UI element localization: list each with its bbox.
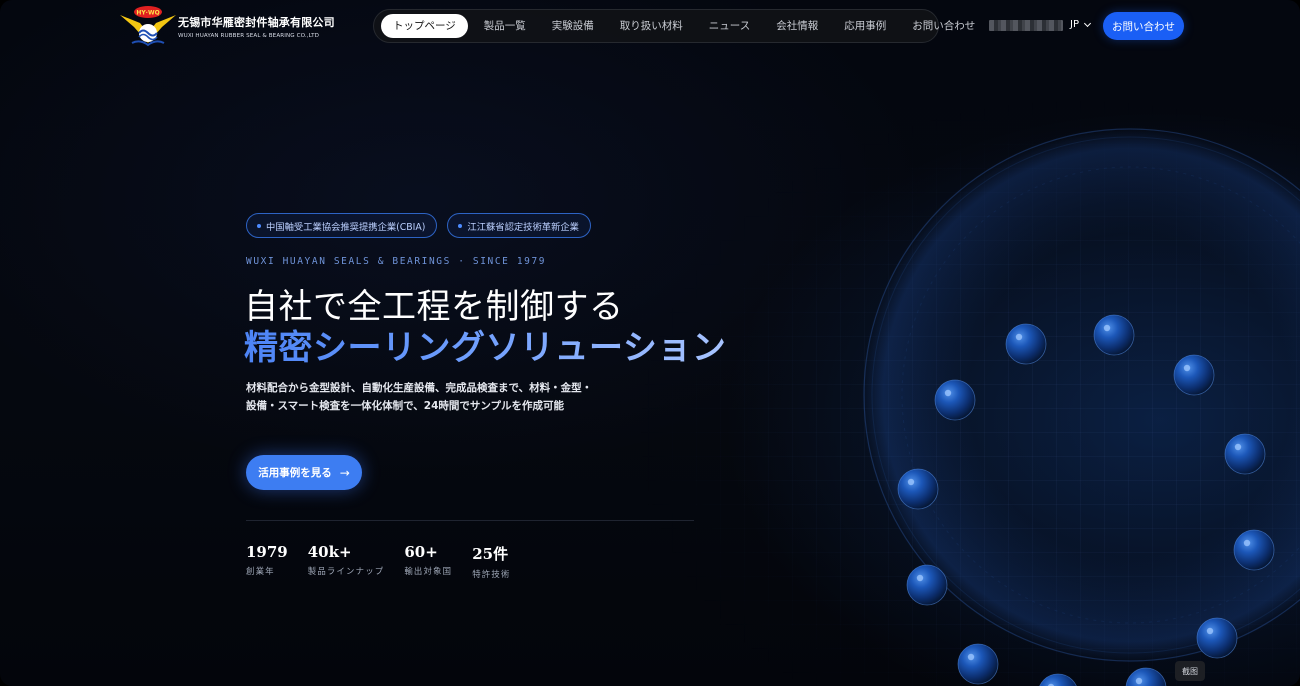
- chevron-down-icon: [1083, 19, 1092, 27]
- badge-cbia: 中国軸受工業協会推奨提携企業(CBIA): [246, 213, 438, 238]
- bearing-ball-highlight: [1234, 443, 1242, 451]
- bearing-ball: [934, 379, 976, 421]
- stat-label: 輸出対象国: [404, 566, 453, 576]
- certification-badges: 中国軸受工業協会推奨提携企業(CBIA) 江江蘇省認定技術革新企業: [246, 213, 601, 238]
- brand-name-english: WUXI HUAYAN RUBBER SEAL & BEARING CO.,LT…: [178, 33, 319, 39]
- brand-name-chinese: 无锡市华雁密封件轴承有限公司: [178, 16, 335, 29]
- stat-value: 25件: [472, 545, 509, 563]
- bearing-ball: [1093, 314, 1135, 356]
- logo-text: HY·WQ: [136, 10, 159, 17]
- page-frame: HY·WQ 无锡市华雁密封件轴承有限公司 WUXI HUAYAN RUBBER …: [0, 0, 1300, 686]
- view-cases-label: 活用事例を見る: [258, 467, 332, 479]
- bearing-ball: [906, 564, 948, 606]
- bearing-ball-highlight: [944, 389, 952, 397]
- hero-title-line2: 精密シーリングソリューション: [244, 320, 726, 369]
- bearing-ball-highlight: [1206, 627, 1214, 635]
- stat-value: 1979: [246, 543, 288, 561]
- bearing-ball: [897, 468, 939, 510]
- brand-name[interactable]: 无锡市华雁密封件轴承有限公司 WUXI HUAYAN RUBBER SEAL &…: [178, 14, 335, 39]
- language-label: JP: [1070, 19, 1079, 30]
- bearing-ball: [1173, 354, 1215, 396]
- screenshot-tool-tag[interactable]: 截图: [1175, 661, 1205, 681]
- nav-item-top[interactable]: トップページ: [381, 14, 468, 38]
- language-selector[interactable]: JP: [1070, 19, 1092, 30]
- bearing-ball-highlight: [1135, 677, 1143, 685]
- arrow-right-icon: →: [339, 465, 350, 480]
- view-cases-button[interactable]: 活用事例を見る →: [246, 455, 362, 490]
- stat-patents: 25件 特許技術: [472, 543, 510, 580]
- hero-eyebrow: WUXI HUAYAN SEALS & BEARINGS · SINCE 197…: [246, 256, 547, 267]
- nav-item-materials[interactable]: 取り扱い材料: [610, 14, 693, 38]
- nav-item-news[interactable]: ニュース: [699, 14, 760, 38]
- stats-row: 1979 創業年 40k+ 製品ラインナップ 60+ 輸出対象国 25件 特許技…: [246, 543, 531, 580]
- nav-item-contact[interactable]: お問い合わせ: [902, 14, 985, 38]
- badge-label: 中国軸受工業協会推奨提携企業(CBIA): [266, 221, 426, 233]
- nav-item-lab-equipment[interactable]: 実験設備: [542, 14, 604, 38]
- header-contact-button[interactable]: お問い合わせ: [1103, 12, 1184, 40]
- bearing-ball: [1125, 667, 1167, 686]
- stat-value: 40k+: [307, 543, 352, 561]
- bearing-ball-highlight: [1015, 333, 1023, 341]
- bullet-dot-icon: [257, 223, 261, 228]
- stat-label: 創業年: [246, 566, 275, 576]
- company-logo[interactable]: HY·WQ: [118, 3, 178, 49]
- bearing-ball-highlight: [1183, 364, 1191, 372]
- stat-founded: 1979 創業年: [246, 543, 288, 580]
- stat-label: 特許技術: [472, 569, 511, 579]
- bearing-ball-highlight: [1243, 539, 1251, 547]
- bearing-ball-highlight: [916, 574, 924, 582]
- hero-description: 材料配合から金型設計、自動化生産設備、完成品検査まで、材料・金型・設備・スマート…: [246, 382, 593, 412]
- nav-item-company[interactable]: 会社情報: [766, 14, 828, 38]
- stat-label: 製品ラインナップ: [307, 566, 385, 576]
- stat-products: 40k+ 製品ラインナップ: [308, 543, 385, 580]
- bearing-ball: [1039, 673, 1077, 686]
- bearing-ball: [1224, 433, 1266, 475]
- bearing-ball: [957, 643, 999, 685]
- bearing-ball: [1233, 529, 1275, 571]
- site-header: HY·WQ 无锡市华雁密封件轴承有限公司 WUXI HUAYAN RUBBER …: [0, 0, 1300, 54]
- nav-item-cases[interactable]: 応用事例: [834, 14, 896, 38]
- bearing-ball: [1005, 323, 1047, 365]
- bearing-ball-highlight: [1103, 324, 1111, 332]
- badge-label: 江江蘇省認定技術革新企業: [467, 221, 579, 233]
- bearing-ball-highlight: [967, 653, 975, 661]
- nav-item-products[interactable]: 製品一覧: [474, 14, 536, 38]
- stat-export-countries: 60+ 輸出対象国: [404, 543, 452, 580]
- stats-divider: [246, 520, 694, 521]
- bearing-ball-highlight: [907, 478, 915, 486]
- main-nav: トップページ 製品一覧 実験設備 取り扱い材料 ニュース 会社情報 応用事例 お…: [373, 9, 975, 43]
- blurred-contact-info: [989, 20, 1063, 31]
- badge-jiangsu: 江江蘇省認定技術革新企業: [447, 213, 591, 238]
- stat-value: 60+: [404, 543, 438, 561]
- bearing-ball: [1196, 617, 1238, 659]
- bullet-dot-icon: [458, 223, 463, 228]
